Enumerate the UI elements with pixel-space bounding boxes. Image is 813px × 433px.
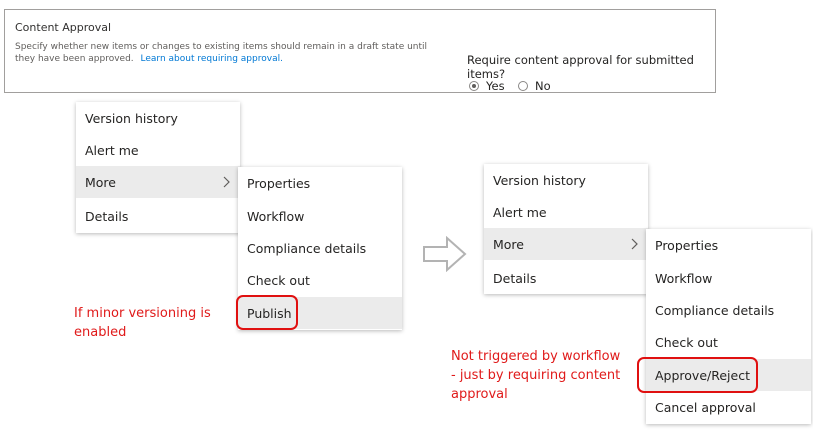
menu-item-label: Workflow xyxy=(247,208,305,224)
menu-item-label: Workflow xyxy=(655,270,713,286)
radio-yes-label: Yes xyxy=(486,79,505,93)
annotation-not-triggered-by-workflow: Not triggered by workflow - just by requ… xyxy=(451,347,620,404)
annotation-line: Not triggered by workflow xyxy=(451,349,621,364)
menu-item-label: Version history xyxy=(493,172,586,188)
menu-item-version-history[interactable]: Version history xyxy=(484,164,648,196)
publish-highlight-ring xyxy=(236,295,298,330)
radio-yes[interactable]: Yes xyxy=(469,79,505,93)
submenu-item-properties[interactable]: Properties xyxy=(238,167,402,199)
menu-item-label: Cancel approval xyxy=(655,399,756,415)
radio-no-label: No xyxy=(535,79,551,93)
approval-question: Require content approval for submitted i… xyxy=(467,53,694,81)
menu-item-label: Version history xyxy=(85,110,178,126)
menu-item-alert-me[interactable]: Alert me xyxy=(76,134,240,166)
panel-title: Content Approval xyxy=(15,21,112,34)
annotation-line: - just by requiring content xyxy=(451,368,621,383)
submenu-item-check-out[interactable]: Check out xyxy=(646,326,811,358)
chevron-right-icon xyxy=(223,176,230,188)
learn-more-link[interactable]: Learn about requiring approval. xyxy=(141,54,283,64)
submenu-item-check-out[interactable]: Check out xyxy=(238,264,402,296)
annotation-line: enabled xyxy=(74,325,127,340)
submenu-item-compliance-details[interactable]: Compliance details xyxy=(646,294,811,326)
menu-item-label: Compliance details xyxy=(655,302,775,318)
left-context-menu: Version history Alert me More Details xyxy=(76,102,240,233)
menu-item-label: Alert me xyxy=(493,204,547,220)
menu-item-label: Details xyxy=(493,270,537,286)
menu-item-more[interactable]: More xyxy=(76,166,240,198)
menu-item-label: More xyxy=(493,236,524,252)
menu-item-label: Check out xyxy=(655,334,718,350)
submenu-item-cancel-approval[interactable]: Cancel approval xyxy=(646,391,811,423)
radio-no-indicator[interactable] xyxy=(518,81,528,91)
menu-item-label: Check out xyxy=(247,272,310,288)
annotation-line: approval xyxy=(451,387,508,402)
menu-item-details[interactable]: Details xyxy=(76,200,240,232)
menu-item-label: Compliance details xyxy=(247,240,367,256)
menu-item-details[interactable]: Details xyxy=(484,262,648,294)
menu-item-version-history[interactable]: Version history xyxy=(76,102,240,134)
menu-item-label: Details xyxy=(85,208,129,224)
approve-reject-highlight-ring xyxy=(637,357,758,393)
menu-item-label: Properties xyxy=(655,237,719,253)
radio-yes-indicator[interactable] xyxy=(469,81,479,91)
menu-item-alert-me[interactable]: Alert me xyxy=(484,196,648,228)
right-submenu: Properties Workflow Compliance details C… xyxy=(646,229,811,424)
radio-no[interactable]: No xyxy=(518,79,551,93)
menu-item-label: More xyxy=(85,174,116,190)
menu-item-more[interactable]: More xyxy=(484,228,648,260)
submenu-item-workflow[interactable]: Workflow xyxy=(646,262,811,294)
submenu-item-workflow[interactable]: Workflow xyxy=(238,200,402,232)
annotation-line: If minor versioning is xyxy=(74,306,211,321)
annotation-minor-versioning: If minor versioning is enabled xyxy=(74,304,211,342)
right-context-menu: Version history Alert me More Details xyxy=(484,164,648,294)
submenu-item-compliance-details[interactable]: Compliance details xyxy=(238,232,402,264)
content-approval-panel: Content Approval Specify whether new ite… xyxy=(4,9,716,93)
arrow-right-outline-icon xyxy=(423,236,467,272)
submenu-item-properties[interactable]: Properties xyxy=(646,229,811,261)
menu-item-label: Properties xyxy=(247,175,311,191)
panel-description: Specify whether new items or changes to … xyxy=(15,41,435,65)
menu-item-label: Alert me xyxy=(85,142,139,158)
chevron-right-icon xyxy=(631,238,638,250)
